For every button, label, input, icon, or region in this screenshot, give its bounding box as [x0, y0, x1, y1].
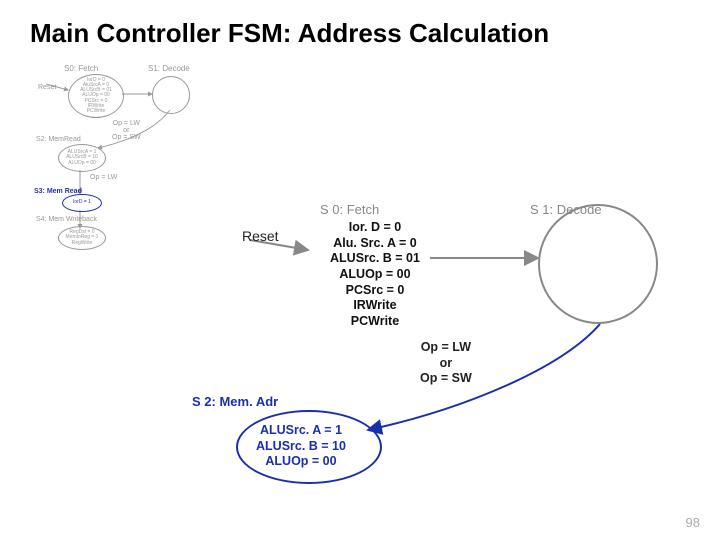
- page-title: Main Controller FSM: Address Calculation: [30, 18, 549, 49]
- thumb-s4-label: S4: Mem Writeback: [36, 216, 97, 223]
- big-s0-ops: Ior. D = 0 Alu. Src. A = 0 ALUSrc. B = 0…: [330, 220, 420, 329]
- big-s2-label: S 2: Mem. Adr: [192, 394, 278, 409]
- big-branch: Op = LW or Op = SW: [420, 340, 472, 387]
- thumb-s0-node: IorD = 0 AluSrcA = 0 ALUSrcB = 01 ALUOp …: [68, 74, 124, 118]
- thumb-reset-label: Reset: [38, 84, 56, 91]
- thumb-s2-label: S2: MemRead: [36, 136, 81, 143]
- thumb-s3-ops: IorD = 1: [73, 200, 91, 205]
- thumb-s2-node: ALUSrcA = 1 ALUSrcB = 10 ALUOp = 00: [58, 144, 106, 172]
- thumb-s4-ops: RegDst = 0 MemtoReg = 1 RegWrite: [66, 230, 99, 246]
- thumb-branch2: Op = LW: [90, 174, 117, 181]
- big-reset-label: Reset: [242, 228, 279, 244]
- fsm-diagram: S 0: Fetch S 1: Decode Reset Ior. D = 0 …: [200, 210, 710, 520]
- thumb-s0-ops: IorD = 0 AluSrcA = 0 ALUSrcB = 01 ALUOp …: [80, 78, 112, 115]
- thumb-s4-node: RegDst = 0 MemtoReg = 1 RegWrite: [58, 226, 106, 250]
- thumb-s2-ops: ALUSrcA = 1 ALUSrcB = 10 ALUOp = 00: [66, 150, 98, 166]
- thumb-s1-node: [152, 76, 190, 114]
- big-s0-label: S 0: Fetch: [320, 202, 379, 217]
- thumb-s1-label: S1: Decode: [148, 64, 190, 73]
- thumb-s3-node: IorD = 1: [62, 194, 102, 212]
- thumb-s0-label: S0: Fetch: [64, 64, 98, 73]
- thumb-branch1: Op = LW or Op = SW: [112, 120, 141, 141]
- big-s1-node: [538, 204, 658, 324]
- big-s2-ops: ALUSrc. A = 1 ALUSrc. B = 10 ALUOp = 00: [256, 423, 346, 470]
